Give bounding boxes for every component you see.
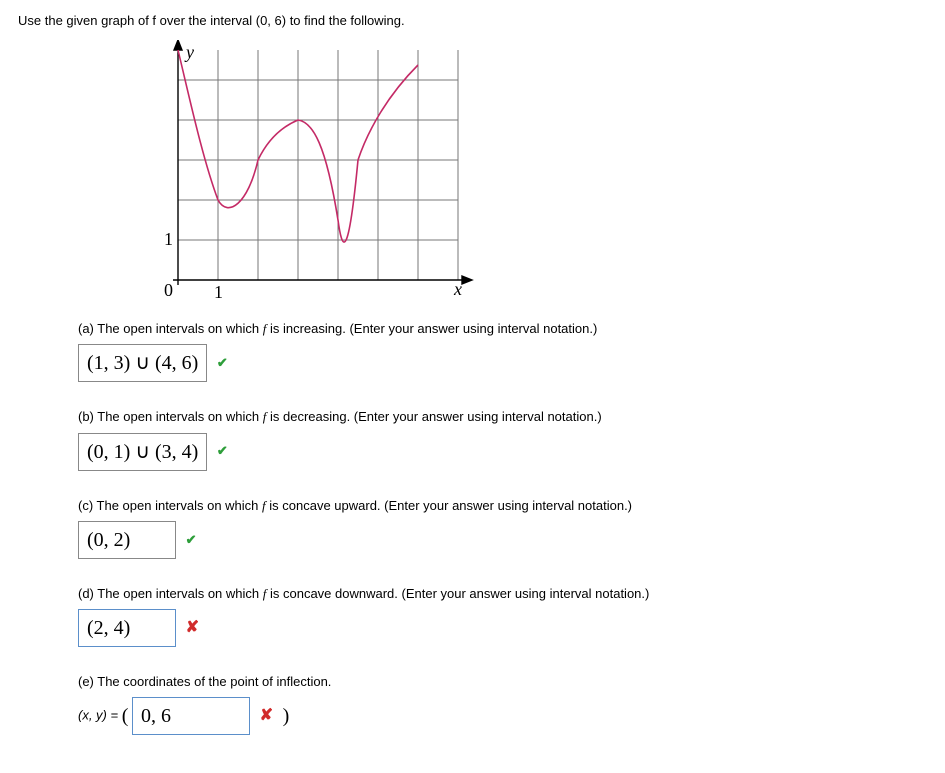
cross-icon: ✘ xyxy=(260,705,273,727)
function-graph: y x 1 0 1 xyxy=(158,40,478,300)
part-e-question: (e) The coordinates of the point of infl… xyxy=(78,673,927,691)
part-d-question: (d) The open intervals on which f is con… xyxy=(78,585,927,603)
part-b: (b) The open intervals on which f is dec… xyxy=(78,408,927,470)
part-d: (d) The open intervals on which f is con… xyxy=(78,585,927,647)
cross-icon: ✘ xyxy=(186,617,199,639)
part-e: (e) The coordinates of the point of infl… xyxy=(78,673,927,735)
part-a: (a) The open intervals on which f is inc… xyxy=(78,320,927,382)
paren-close: ) xyxy=(283,705,290,727)
part-c: (c) The open intervals on which f is con… xyxy=(78,497,927,559)
y-tick-1: 1 xyxy=(164,229,173,249)
check-icon: ✔ xyxy=(217,354,228,372)
check-icon: ✔ xyxy=(217,442,228,460)
y-axis-label: y xyxy=(184,42,194,62)
part-a-answer-input[interactable]: (1, 3) ∪ (4, 6) xyxy=(78,344,207,382)
graph-container: y x 1 0 1 xyxy=(158,40,927,300)
paren-open: ( xyxy=(122,705,129,727)
part-c-answer-input[interactable]: (0, 2) xyxy=(78,521,176,559)
part-e-answer-input[interactable]: 0, 6 xyxy=(132,697,250,735)
part-c-question: (c) The open intervals on which f is con… xyxy=(78,497,927,515)
x-tick-1: 1 xyxy=(214,282,223,300)
part-d-answer-input[interactable]: (2, 4) xyxy=(78,609,176,647)
x-axis-label: x xyxy=(453,279,462,299)
check-icon: ✔ xyxy=(186,531,197,549)
part-b-question: (b) The open intervals on which f is dec… xyxy=(78,408,927,426)
prompt-text: Use the given graph of f over the interv… xyxy=(18,13,405,28)
xy-label: (x, y) = xyxy=(78,708,122,723)
origin-label: 0 xyxy=(164,280,173,300)
part-a-question: (a) The open intervals on which f is inc… xyxy=(78,320,927,338)
part-b-answer-input[interactable]: (0, 1) ∪ (3, 4) xyxy=(78,433,207,471)
question-prompt: Use the given graph of f over the interv… xyxy=(18,12,927,30)
